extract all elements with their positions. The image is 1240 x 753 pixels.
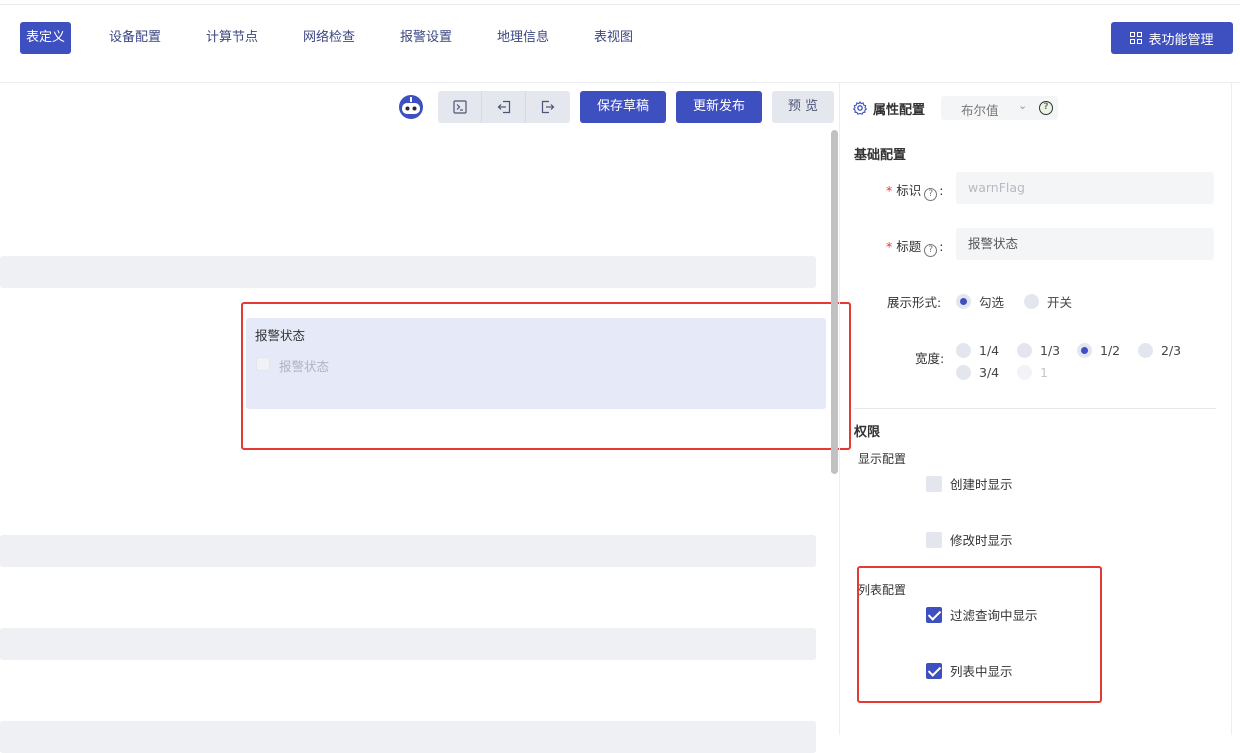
tab-geo-info[interactable]: 地理信息 — [491, 22, 555, 54]
radio-dot — [1017, 343, 1032, 358]
table-function-manage-button[interactable]: 表功能管理 — [1111, 22, 1233, 54]
func-button-label: 表功能管理 — [1148, 32, 1214, 48]
chevron-down-icon: ⌄ — [1018, 99, 1028, 112]
tab-table-definition[interactable]: 表定义 — [20, 22, 72, 54]
width-label: 宽度: — [915, 351, 945, 366]
top-nav: 表定义 设备配置 计算节点 网络检查 报警设置 地理信息 表视图 表功能管理 — [0, 5, 1240, 83]
highlight-box-field — [241, 302, 851, 450]
import-button[interactable] — [482, 91, 526, 123]
publish-button[interactable]: 更新发布 — [676, 91, 762, 123]
radio-display-check[interactable]: 勾选 — [956, 292, 1004, 311]
title-input[interactable]: 报警状态 — [956, 228, 1214, 260]
form-field-placeholder[interactable] — [0, 721, 816, 753]
checkbox-show-on-create[interactable]: 创建时显示 — [926, 474, 1013, 493]
robot-assistant-icon[interactable] — [398, 94, 424, 120]
import-icon — [497, 100, 510, 114]
show-config-title: 显示配置 — [858, 452, 907, 466]
id-label: * 标识?: — [886, 183, 944, 201]
tab-device-config[interactable]: 设备配置 — [103, 22, 167, 54]
basic-config-title: 基础配置 — [854, 148, 907, 163]
terminal-button[interactable] — [438, 91, 482, 123]
radio-dot-checked — [956, 294, 971, 309]
terminal-icon — [452, 100, 467, 114]
radio-width-full[interactable]: 1 — [1017, 365, 1048, 380]
tab-network-check[interactable]: 网络检查 — [297, 22, 361, 54]
form-field-placeholder[interactable] — [0, 256, 816, 288]
form-field-placeholder[interactable] — [0, 535, 816, 567]
canvas-scrollbar[interactable] — [831, 130, 838, 474]
radio-width-1-3[interactable]: 1/3 — [1017, 343, 1060, 358]
grid-icon — [1130, 32, 1143, 44]
radio-dot-disabled — [1017, 365, 1032, 380]
display-form-label: 展示形式: — [887, 295, 942, 310]
radio-dot — [1024, 294, 1039, 309]
export-icon — [541, 100, 555, 114]
field-type-value: 布尔值 — [961, 103, 999, 118]
radio-dot — [956, 365, 971, 380]
tab-compute-node[interactable]: 计算节点 — [200, 22, 264, 54]
radio-dot — [956, 343, 971, 358]
form-field-placeholder[interactable] — [0, 628, 816, 660]
radio-dot — [1138, 343, 1153, 358]
checkbox-show-on-edit[interactable]: 修改时显示 — [926, 530, 1013, 549]
tab-alarm-settings[interactable]: 报警设置 — [394, 22, 458, 54]
toolbar-icon-group — [438, 91, 570, 123]
section-divider — [854, 408, 1216, 409]
highlight-box-list-config — [857, 566, 1102, 703]
export-button[interactable] — [526, 91, 570, 123]
checkbox-box — [926, 531, 942, 548]
field-type-select[interactable]: 布尔值 ⌄ ? — [941, 96, 1058, 120]
gear-icon — [853, 101, 867, 115]
radio-width-1-2[interactable]: 1/2 — [1077, 343, 1120, 358]
preview-button[interactable]: 预 览 — [772, 91, 834, 123]
permission-title: 权限 — [854, 425, 881, 440]
panel-header: 属性配置 — [853, 96, 925, 120]
radio-display-switch[interactable]: 开关 — [1024, 292, 1072, 311]
panel-title: 属性配置 — [873, 102, 926, 118]
question-icon: ? — [924, 188, 938, 201]
help-icon[interactable]: ? — [1039, 101, 1053, 115]
radio-width-2-3[interactable]: 2/3 — [1138, 343, 1181, 358]
checkbox-box — [926, 475, 942, 492]
radio-dot-checked — [1077, 343, 1092, 358]
radio-width-3-4[interactable]: 3/4 — [956, 365, 999, 380]
id-input[interactable]: warnFlag — [956, 172, 1214, 204]
tab-table-view[interactable]: 表视图 — [588, 22, 639, 54]
question-icon: ? — [924, 244, 938, 257]
radio-width-1-4[interactable]: 1/4 — [956, 343, 999, 358]
title-label: * 标题?: — [886, 239, 944, 257]
save-draft-button[interactable]: 保存草稿 — [580, 91, 666, 123]
